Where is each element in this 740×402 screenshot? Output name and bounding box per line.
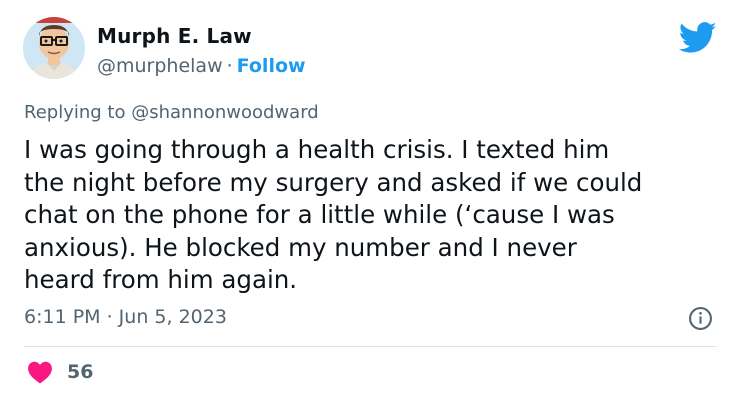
author-handle[interactable]: @murphelaw xyxy=(97,55,223,77)
heart-icon[interactable] xyxy=(27,360,53,384)
replying-to: Replying to @shannonwoodward xyxy=(24,102,319,123)
separator-dot: · xyxy=(226,55,233,77)
replying-prefix: Replying to xyxy=(24,102,126,123)
tweet-card: Murph E. Law @murphelaw · Follow Replying … xyxy=(0,0,740,402)
author-name[interactable]: Murph E. Law xyxy=(97,24,252,48)
follow-button[interactable]: Follow xyxy=(237,55,306,77)
avatar[interactable] xyxy=(23,17,85,79)
divider xyxy=(24,346,716,347)
like-count: 56 xyxy=(67,361,94,383)
info-icon[interactable] xyxy=(688,306,713,331)
tweet-timestamp[interactable]: 6:11 PM · Jun 5, 2023 xyxy=(24,306,227,328)
like-action[interactable]: 56 xyxy=(27,360,93,384)
reply-mention-link[interactable]: @shannonwoodward xyxy=(131,102,319,123)
tweet-text: I was going through a health crisis. I t… xyxy=(24,135,643,294)
twitter-bird-icon[interactable] xyxy=(679,22,717,54)
cartoon-avatar xyxy=(23,17,85,79)
handle-row: @murphelaw · Follow xyxy=(97,55,306,77)
